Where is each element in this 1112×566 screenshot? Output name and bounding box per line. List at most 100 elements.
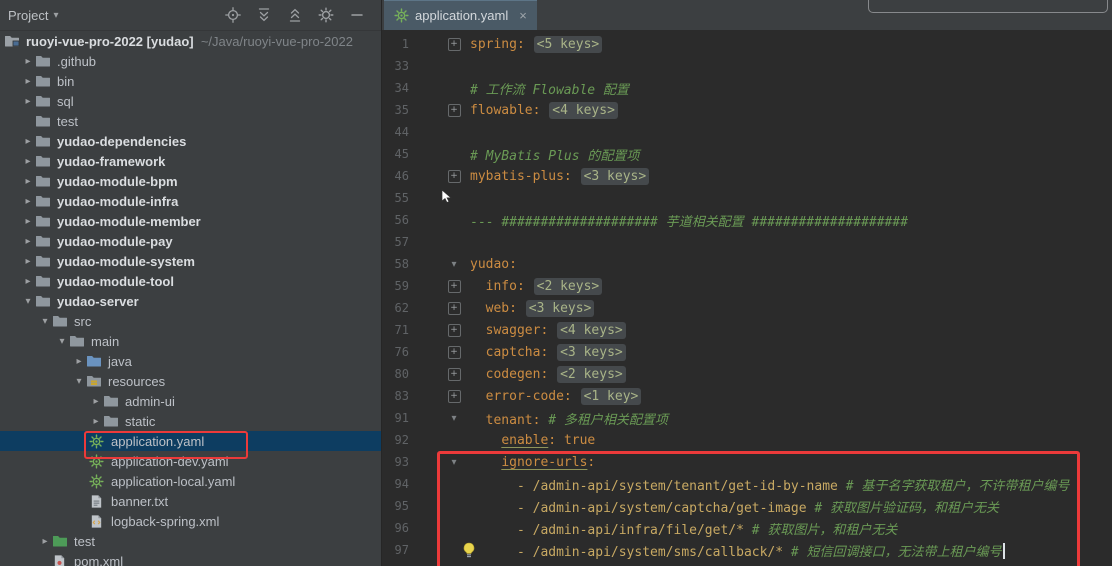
settings-icon[interactable] bbox=[318, 7, 334, 23]
folder-icon bbox=[103, 393, 119, 409]
fold-expanded-icon[interactable]: ▾ bbox=[446, 457, 462, 468]
fold-collapsed-icon[interactable]: + bbox=[446, 38, 462, 51]
code-line[interactable]: --- #################### 芋道相关配置 ########… bbox=[470, 211, 908, 230]
code-line[interactable]: codegen: <2 keys> bbox=[470, 367, 627, 382]
tree-item-sql[interactable]: ▸sql bbox=[0, 91, 381, 111]
tree-item-yudao-module-member[interactable]: ▸yudao-module-member bbox=[0, 211, 381, 231]
chevron-right-icon[interactable]: ▸ bbox=[21, 256, 35, 267]
code-line[interactable]: - /admin-api/system/tenant/get-id-by-nam… bbox=[470, 475, 1069, 494]
tree-item-test[interactable]: test bbox=[0, 111, 381, 131]
tree-item-admin-ui[interactable]: ▸admin-ui bbox=[0, 391, 381, 411]
code-line[interactable]: # MyBatis Plus 的配置项 bbox=[470, 145, 639, 164]
folded-region[interactable]: <3 keys> bbox=[581, 168, 650, 185]
code-line[interactable]: tenant: # 多租户相关配置项 bbox=[470, 409, 668, 428]
code-line[interactable]: - /admin-api/system/captcha/get-image # … bbox=[470, 497, 999, 516]
code-line[interactable]: swagger: <4 keys> bbox=[470, 323, 627, 338]
code-line[interactable]: # 工作流 Flowable 配置 bbox=[470, 79, 629, 98]
chevron-right-icon[interactable]: ▸ bbox=[21, 196, 35, 207]
code-line[interactable]: - /admin-api/system/sms/callback/* # 短信回… bbox=[470, 541, 1005, 560]
folded-region[interactable]: <4 keys> bbox=[557, 322, 626, 339]
chevron-right-icon[interactable]: ▸ bbox=[72, 356, 86, 367]
tree-item-yudao-server[interactable]: ▾yudao-server bbox=[0, 291, 381, 311]
fold-collapsed-icon[interactable]: + bbox=[446, 170, 462, 183]
tree-item-src[interactable]: ▾src bbox=[0, 311, 381, 331]
fold-collapsed-icon[interactable]: + bbox=[446, 390, 462, 403]
tree-item-resources[interactable]: ▾resources bbox=[0, 371, 381, 391]
folded-region[interactable]: <4 keys> bbox=[549, 102, 618, 119]
chevron-down-icon[interactable]: ▾ bbox=[38, 316, 52, 327]
folded-region[interactable]: <3 keys> bbox=[526, 300, 595, 317]
tree-item-banner-txt[interactable]: banner.txt bbox=[0, 491, 381, 511]
tree-item-application-yaml[interactable]: application.yaml bbox=[0, 431, 381, 451]
code-line[interactable]: web: <3 keys> bbox=[470, 301, 595, 316]
code-line[interactable]: spring: <5 keys> bbox=[470, 37, 603, 52]
tree-item-test[interactable]: ▸test bbox=[0, 531, 381, 551]
tree-item-ruoyi-vue-pro-2022[interactable]: ruoyi-vue-pro-2022 [yudao] ~/Java/ruoyi-… bbox=[0, 31, 381, 51]
tree-item-application-local-yaml[interactable]: application-local.yaml bbox=[0, 471, 381, 491]
tree-item-pom-xml[interactable]: pom.xml bbox=[0, 551, 381, 566]
tree-item-application-dev-yaml[interactable]: application-dev.yaml bbox=[0, 451, 381, 471]
code-line[interactable]: - /admin-api/infra/file/get/* # 获取图片，和租户… bbox=[470, 519, 897, 538]
code-line[interactable]: error-code: <1 key> bbox=[470, 389, 642, 404]
tab-application-yaml[interactable]: application.yaml × bbox=[384, 0, 537, 30]
tree-item-yudao-module-infra[interactable]: ▸yudao-module-infra bbox=[0, 191, 381, 211]
hide-panel-icon[interactable] bbox=[349, 7, 365, 23]
folded-region[interactable]: <1 key> bbox=[581, 388, 642, 405]
folded-region[interactable]: <2 keys> bbox=[534, 278, 603, 295]
intention-bulb-icon[interactable] bbox=[462, 542, 476, 558]
fold-expanded-icon[interactable]: ▾ bbox=[446, 259, 462, 270]
folded-region[interactable]: <3 keys> bbox=[557, 344, 626, 361]
tree-item-yudao-module-tool[interactable]: ▸yudao-module-tool bbox=[0, 271, 381, 291]
code-line[interactable]: flowable: <4 keys> bbox=[470, 103, 619, 118]
yaml-icon bbox=[89, 473, 105, 489]
chevron-right-icon[interactable]: ▸ bbox=[89, 396, 103, 407]
tree-item-static[interactable]: ▸static bbox=[0, 411, 381, 431]
tree-item-logback-spring-xml[interactable]: logback-spring.xml bbox=[0, 511, 381, 531]
chevron-right-icon[interactable]: ▸ bbox=[38, 536, 52, 547]
chevron-down-icon[interactable]: ▾ bbox=[21, 296, 35, 307]
project-dropdown[interactable]: Project ▾ bbox=[8, 8, 59, 23]
code-line[interactable]: mybatis-plus: <3 keys> bbox=[470, 169, 650, 184]
chevron-right-icon[interactable]: ▸ bbox=[89, 416, 103, 427]
folded-region[interactable]: <2 keys> bbox=[557, 366, 626, 383]
code-line[interactable]: yudao: bbox=[470, 257, 517, 272]
tree-item-bin[interactable]: ▸bin bbox=[0, 71, 381, 91]
tree-item-java[interactable]: ▸java bbox=[0, 351, 381, 371]
expand-all-icon[interactable] bbox=[256, 7, 272, 23]
code-line[interactable]: captcha: <3 keys> bbox=[470, 345, 627, 360]
tree-item-yudao-module-pay[interactable]: ▸yudao-module-pay bbox=[0, 231, 381, 251]
close-tab-icon[interactable]: × bbox=[519, 8, 527, 23]
editor[interactable]: 1+spring: <5 keys>3334# 工作流 Flowable 配置3… bbox=[382, 30, 1112, 566]
chevron-right-icon[interactable]: ▸ bbox=[21, 236, 35, 247]
tree-item-github[interactable]: ▸.github bbox=[0, 51, 381, 71]
code-line[interactable]: ignore-urls: bbox=[470, 455, 595, 470]
chevron-right-icon[interactable]: ▸ bbox=[21, 76, 35, 87]
chevron-right-icon[interactable]: ▸ bbox=[21, 276, 35, 287]
fold-collapsed-icon[interactable]: + bbox=[446, 104, 462, 117]
locate-file-icon[interactable] bbox=[225, 7, 241, 23]
chevron-down-icon[interactable]: ▾ bbox=[72, 376, 86, 387]
fold-collapsed-icon[interactable]: + bbox=[446, 368, 462, 381]
fold-expanded-icon[interactable]: ▾ bbox=[446, 413, 462, 424]
code-token: : bbox=[548, 433, 564, 448]
tree-item-yudao-framework[interactable]: ▸yudao-framework bbox=[0, 151, 381, 171]
tree-item-yudao-module-system[interactable]: ▸yudao-module-system bbox=[0, 251, 381, 271]
code-line[interactable]: info: <2 keys> bbox=[470, 279, 603, 294]
chevron-right-icon[interactable]: ▸ bbox=[21, 136, 35, 147]
fold-collapsed-icon[interactable]: + bbox=[446, 302, 462, 315]
chevron-down-icon[interactable]: ▾ bbox=[55, 336, 69, 347]
chevron-right-icon[interactable]: ▸ bbox=[21, 216, 35, 227]
collapse-all-icon[interactable] bbox=[287, 7, 303, 23]
tree-item-yudao-module-bpm[interactable]: ▸yudao-module-bpm bbox=[0, 171, 381, 191]
tree-item-main[interactable]: ▾main bbox=[0, 331, 381, 351]
chevron-right-icon[interactable]: ▸ bbox=[21, 96, 35, 107]
fold-collapsed-icon[interactable]: + bbox=[446, 324, 462, 337]
tree-item-yudao-dependencies[interactable]: ▸yudao-dependencies bbox=[0, 131, 381, 151]
chevron-right-icon[interactable]: ▸ bbox=[21, 56, 35, 67]
fold-collapsed-icon[interactable]: + bbox=[446, 346, 462, 359]
chevron-right-icon[interactable]: ▸ bbox=[21, 156, 35, 167]
folded-region[interactable]: <5 keys> bbox=[534, 36, 603, 53]
code-line[interactable]: enable: true bbox=[470, 433, 595, 448]
fold-collapsed-icon[interactable]: + bbox=[446, 280, 462, 293]
chevron-right-icon[interactable]: ▸ bbox=[21, 176, 35, 187]
